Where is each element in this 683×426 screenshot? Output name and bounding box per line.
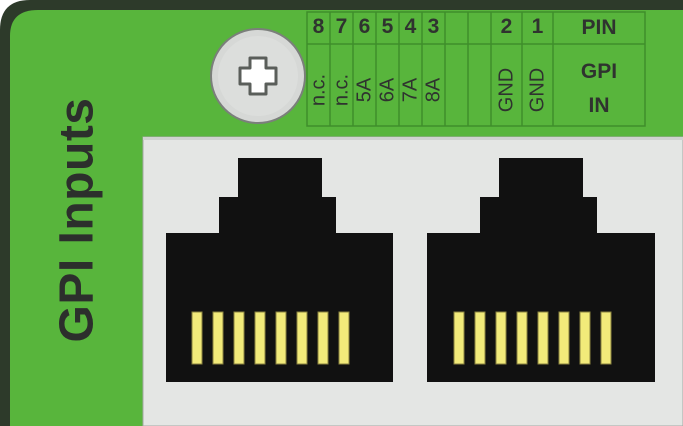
pin-number: 8 (312, 15, 325, 38)
pin-label: 6A (376, 77, 398, 103)
pin-label: GND (495, 67, 517, 113)
pin-label: GND (526, 67, 548, 113)
pin-number: 6 (358, 15, 371, 38)
pin-number: 5 (381, 15, 394, 38)
phillips-screw-icon (210, 28, 306, 124)
pin-number: 1 (531, 15, 544, 38)
pin-label: n.c. (307, 73, 329, 107)
panel-title: GPI Inputs (50, 97, 104, 343)
pin-number: 4 (404, 15, 417, 38)
pin-number: 7 (335, 15, 348, 38)
pin-header: PIN (581, 16, 617, 39)
pin-label: 8A (422, 77, 444, 103)
gpi-panel: GPI Inputs 8 7 6 5 4 3 2 1 n.c. n.c. 5A … (0, 0, 683, 426)
in-header: IN (588, 94, 610, 117)
pin-label: n.c. (330, 73, 352, 107)
pin-number: 2 (500, 15, 513, 38)
gpi-header: GPI (580, 60, 618, 83)
pin-label: 5A (353, 77, 375, 103)
pin-number: 3 (427, 15, 440, 38)
pin-label: 7A (399, 77, 421, 103)
